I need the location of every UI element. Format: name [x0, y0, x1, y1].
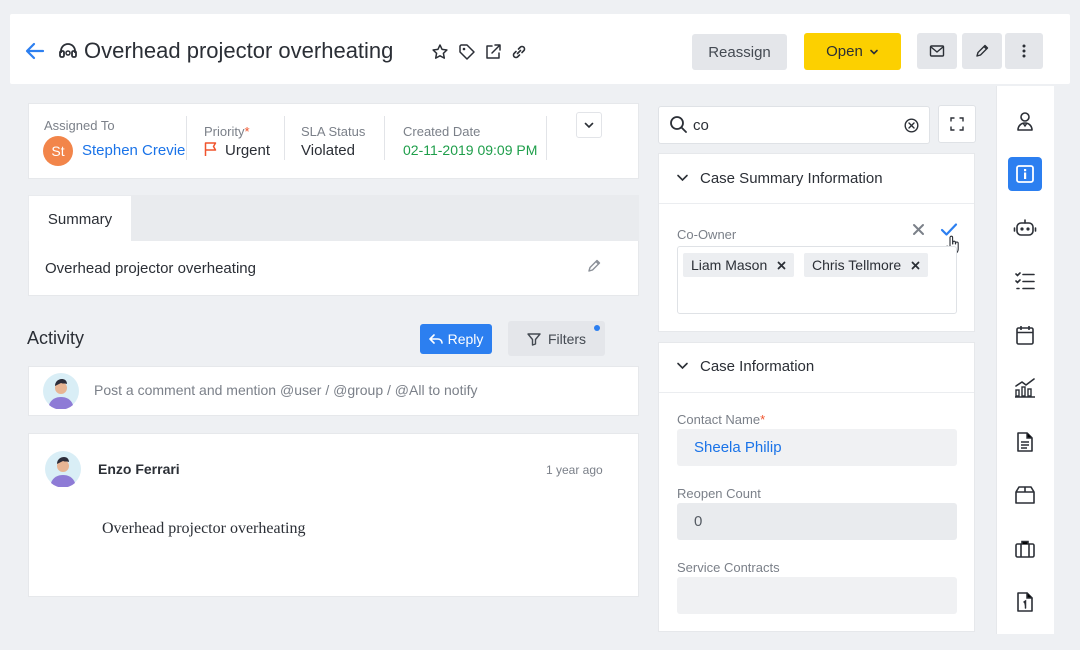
- sidebar-item-checklist[interactable]: [1008, 264, 1042, 298]
- status-dropdown-button[interactable]: Open: [804, 33, 901, 70]
- reply-button[interactable]: Reply: [420, 324, 492, 354]
- assignee-avatar: St: [43, 136, 73, 166]
- chevron-down-icon[interactable]: [676, 171, 689, 184]
- entry-author[interactable]: Enzo Ferrari: [98, 461, 180, 477]
- priority-label: Priority*: [204, 124, 250, 139]
- service-contracts-label: Service Contracts: [677, 560, 780, 575]
- case-meta-card: [28, 103, 639, 179]
- comment-input[interactable]: Post a comment and mention @user / @grou…: [94, 382, 477, 398]
- pencil-icon: [974, 43, 990, 59]
- expand-meta-button[interactable]: [576, 112, 602, 138]
- star-icon[interactable]: [431, 43, 449, 61]
- filters-button[interactable]: Filters: [508, 321, 605, 356]
- case-information-title[interactable]: Case Information: [700, 358, 814, 375]
- headset-icon: [57, 40, 79, 62]
- fullscreen-button[interactable]: [938, 105, 976, 143]
- assigned-to-label: Assigned To: [44, 118, 115, 133]
- cancel-edit-icon[interactable]: [912, 223, 925, 236]
- tab-summary[interactable]: Summary: [29, 196, 131, 242]
- sla-status-value: Violated: [301, 142, 355, 159]
- robot-icon: [1013, 217, 1037, 239]
- email-button[interactable]: [917, 33, 957, 69]
- search-input-value[interactable]: co: [693, 117, 709, 134]
- chevron-down-icon: [583, 119, 595, 131]
- sidebar-item-calendar[interactable]: [1008, 318, 1042, 352]
- co-owner-label: Co-Owner: [677, 227, 737, 242]
- document-icon: [1016, 431, 1034, 453]
- divider: [546, 116, 547, 160]
- filter-active-indicator: [594, 325, 600, 331]
- box-icon: [1014, 485, 1036, 505]
- contact-name-field[interactable]: Sheela Philip: [677, 429, 957, 466]
- sidebar-item-agent[interactable]: [1008, 104, 1042, 138]
- filter-icon: [527, 332, 541, 346]
- sidebar-item-invoice[interactable]: [1008, 585, 1042, 619]
- sidebar-item-analytics[interactable]: [1008, 371, 1042, 405]
- status-label: Open: [826, 43, 863, 60]
- calendar-icon: [1015, 324, 1035, 346]
- briefcase-icon: [1014, 539, 1036, 559]
- remove-chip-icon[interactable]: [777, 261, 786, 270]
- search-icon: [669, 115, 688, 134]
- edit-summary-pencil-icon[interactable]: [586, 258, 602, 274]
- external-link-icon[interactable]: [484, 43, 502, 61]
- more-options-button[interactable]: [1005, 33, 1043, 69]
- co-owner-chip: Chris Tellmore: [804, 253, 929, 277]
- assignee-name-link[interactable]: Stephen Crevier: [82, 142, 186, 159]
- sla-status-label: SLA Status: [301, 124, 366, 139]
- fullscreen-icon: [950, 117, 964, 131]
- invoice-icon: [1016, 591, 1034, 613]
- kebab-menu-icon: [1022, 44, 1026, 58]
- filters-label: Filters: [547, 330, 587, 347]
- checklist-icon: [1014, 271, 1036, 291]
- divider: [659, 392, 974, 393]
- sidebar-item-documents[interactable]: [1008, 425, 1042, 459]
- divider: [284, 116, 285, 160]
- flag-icon: [203, 141, 219, 157]
- page-title: Overhead projector overheating: [84, 38, 394, 63]
- summary-text: Overhead projector overheating: [45, 260, 256, 277]
- sidebar-item-assets[interactable]: [1008, 478, 1042, 512]
- chevron-down-icon: [869, 47, 879, 57]
- divider: [186, 116, 187, 160]
- entry-timestamp: 1 year ago: [546, 463, 603, 477]
- chip-label: Liam Mason: [691, 257, 768, 273]
- service-contracts-field[interactable]: [677, 577, 957, 614]
- activity-entry: [28, 433, 639, 597]
- chevron-down-icon[interactable]: [676, 359, 689, 372]
- analytics-chart-icon: [1013, 377, 1037, 399]
- chip-label: Chris Tellmore: [812, 257, 902, 273]
- divider: [384, 116, 385, 160]
- reply-label: Reply: [447, 331, 484, 347]
- sidebar-item-info[interactable]: [1008, 157, 1042, 191]
- activity-heading: Activity: [27, 328, 85, 348]
- entry-body: Overhead projector overheating: [102, 520, 306, 537]
- link-icon[interactable]: [510, 43, 528, 61]
- divider: [659, 203, 974, 204]
- sidebar-item-contracts[interactable]: [1008, 532, 1042, 566]
- reopen-count-field[interactable]: 0: [677, 503, 957, 540]
- remove-chip-icon[interactable]: [911, 261, 920, 270]
- case-summary-title[interactable]: Case Summary Information: [700, 170, 883, 187]
- clear-search-icon[interactable]: [904, 118, 919, 133]
- priority-value[interactable]: Urgent: [225, 142, 270, 159]
- mail-icon: [929, 44, 945, 58]
- contact-name-label: Contact Name*: [677, 412, 766, 427]
- user-avatar: [43, 373, 79, 409]
- created-date-value: 02-11-2019 09:09 PM: [403, 142, 538, 158]
- info-icon: [1015, 164, 1035, 184]
- tag-icon[interactable]: [458, 43, 476, 61]
- reassign-button[interactable]: Reassign: [692, 34, 787, 70]
- sidebar-item-bot[interactable]: [1008, 211, 1042, 245]
- co-owner-chip: Liam Mason: [683, 253, 795, 277]
- edit-button[interactable]: [962, 33, 1002, 69]
- created-date-label: Created Date: [403, 124, 481, 139]
- agent-icon: [1014, 110, 1036, 132]
- reopen-count-label: Reopen Count: [677, 486, 761, 501]
- author-avatar: [45, 451, 81, 487]
- reply-icon: [428, 333, 443, 345]
- back-arrow-icon[interactable]: [24, 40, 46, 62]
